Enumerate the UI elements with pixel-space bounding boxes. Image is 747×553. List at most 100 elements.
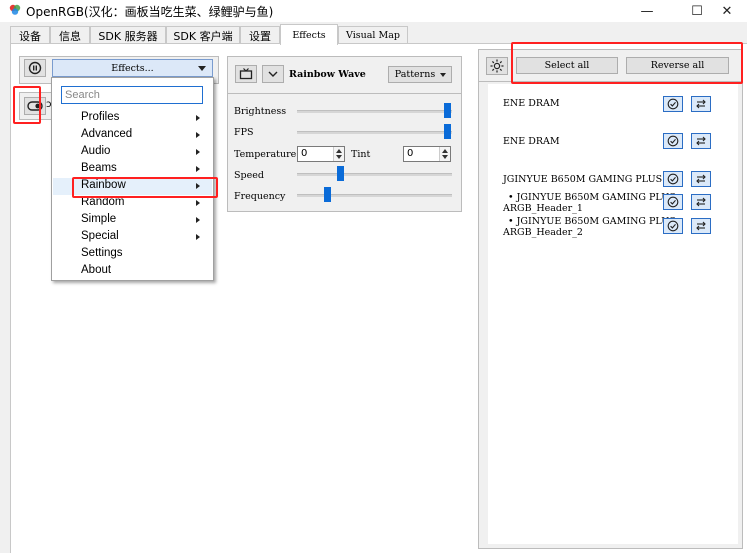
menu-item-label: About	[81, 264, 112, 276]
device-select-toggle[interactable]	[663, 133, 683, 149]
device-reverse-toggle[interactable]	[691, 171, 711, 187]
temperature-stepper[interactable]	[333, 147, 344, 161]
title-bar: OpenRGB(汉化：画板当吃生菜、绿鲤驴与鱼) — ☐ ✕	[0, 0, 747, 22]
temperature-label: Temperature	[234, 149, 297, 160]
minimize-button[interactable]: —	[627, 0, 667, 22]
annotation-box-toggle	[13, 86, 41, 124]
frequency-slider-track[interactable]	[297, 194, 452, 197]
speed-slider-track[interactable]	[297, 173, 452, 176]
tint-value: 0	[407, 148, 414, 159]
effects-dropdown-label: Effects...	[111, 62, 154, 74]
swap-icon	[696, 174, 706, 184]
tint-spinbox[interactable]: 0	[403, 146, 451, 162]
device-select-toggle[interactable]	[663, 218, 683, 234]
fps-slider-track[interactable]	[297, 131, 452, 134]
speed-slider-handle[interactable]	[337, 166, 344, 181]
temperature-spinbox[interactable]: 0	[297, 146, 345, 162]
menu-item-label: Settings	[81, 247, 123, 259]
brightness-label: Brightness	[234, 106, 287, 117]
check-circle-icon	[667, 196, 679, 208]
annotation-box-rainbow	[72, 177, 218, 198]
submenu-arrow-icon	[196, 234, 200, 240]
device-reverse-toggle[interactable]	[691, 194, 711, 210]
check-circle-icon	[667, 98, 679, 110]
device-zone-line1: • JGINYUE B650M GAMING PLUS:	[508, 192, 679, 203]
device-select-toggle[interactable]	[663, 194, 683, 210]
tab-effects[interactable]: Effects	[280, 24, 338, 45]
fps-label: FPS	[234, 127, 254, 138]
submenu-arrow-icon	[196, 149, 200, 155]
chevron-down-icon	[440, 73, 446, 77]
submenu-arrow-icon	[196, 132, 200, 138]
menu-item-label: Profiles	[81, 111, 120, 123]
menu-item-beams[interactable]: Beams	[53, 161, 212, 178]
speed-label: Speed	[234, 170, 264, 181]
brightness-slider-handle[interactable]	[444, 103, 451, 118]
menu-item-settings[interactable]: Settings	[53, 246, 212, 263]
patterns-dropdown-label: Patterns	[394, 69, 436, 80]
chevron-down-icon	[198, 66, 206, 71]
device-name: ENE DRAM	[503, 136, 560, 147]
menu-item-label: Audio	[81, 145, 111, 157]
effect-name: Rainbow Wave	[289, 69, 366, 80]
menu-item-about[interactable]: About	[53, 263, 212, 280]
device-list	[488, 84, 738, 544]
submenu-arrow-icon	[196, 115, 200, 121]
temperature-value: 0	[301, 148, 308, 159]
device-name: JGINYUE B650M GAMING PLUS	[503, 174, 663, 185]
effect-collapse-button[interactable]	[262, 65, 284, 83]
fps-slider-handle[interactable]	[444, 124, 451, 139]
menu-item-advanced[interactable]: Advanced	[53, 127, 212, 144]
tab-settings[interactable]: 设置	[240, 26, 280, 44]
submenu-arrow-icon	[196, 217, 200, 223]
device-reverse-toggle[interactable]	[691, 96, 711, 112]
menu-item-audio[interactable]: Audio	[53, 144, 212, 161]
tint-stepper[interactable]	[439, 147, 450, 161]
sun-icon	[490, 59, 504, 73]
effect-stop-button[interactable]	[235, 65, 257, 83]
start-stop-icon	[28, 61, 42, 75]
swap-icon	[696, 197, 706, 207]
menu-item-label: Beams	[81, 162, 117, 174]
frequency-label: Frequency	[234, 191, 286, 202]
menu-search-input[interactable]	[61, 86, 203, 104]
tv-icon	[239, 68, 253, 80]
brightness-slider-track[interactable]	[297, 110, 452, 113]
check-circle-icon	[667, 135, 679, 147]
device-select-toggle[interactable]	[663, 96, 683, 112]
menu-item-label: Advanced	[81, 128, 133, 140]
patterns-dropdown[interactable]: Patterns	[388, 66, 452, 83]
openrgb-logo-icon	[9, 4, 21, 15]
check-circle-icon	[667, 220, 679, 232]
tab-sdk-server[interactable]: SDK 服务器	[90, 26, 166, 44]
effects-dropdown[interactable]: Effects...	[52, 59, 213, 77]
tab-devices[interactable]: 设备	[10, 26, 50, 44]
chevron-down-icon	[268, 71, 278, 77]
start-stop-button[interactable]	[24, 59, 46, 77]
brightness-toggle-button[interactable]	[486, 57, 508, 75]
device-select-toggle[interactable]	[663, 171, 683, 187]
annotation-box-select-buttons	[511, 42, 743, 84]
tab-visual-map[interactable]: Visual Map	[338, 26, 408, 44]
menu-item-special[interactable]: Special	[53, 229, 212, 246]
close-button[interactable]: ✕	[707, 0, 747, 22]
main-tabs: 设备 信息 SDK 服务器 SDK 客户端 设置 Effects Visual …	[0, 24, 747, 45]
submenu-arrow-icon	[196, 166, 200, 172]
device-reverse-toggle[interactable]	[691, 218, 711, 234]
swap-icon	[696, 136, 706, 146]
tint-label: Tint	[351, 149, 371, 160]
swap-icon	[696, 221, 706, 231]
device-zone-line1: • JGINYUE B650M GAMING PLUS:	[508, 216, 679, 227]
window-title: OpenRGB(汉化：画板当吃生菜、绿鲤驴与鱼)	[26, 5, 274, 19]
swap-icon	[696, 99, 706, 109]
device-name: ENE DRAM	[503, 98, 560, 109]
menu-item-profiles[interactable]: Profiles	[53, 110, 212, 127]
device-reverse-toggle[interactable]	[691, 133, 711, 149]
frequency-slider-handle[interactable]	[324, 187, 331, 202]
menu-item-label: Simple	[81, 213, 117, 225]
tab-info[interactable]: 信息	[50, 26, 90, 44]
tab-sdk-client[interactable]: SDK 客户端	[166, 26, 240, 44]
menu-item-label: Special	[81, 230, 119, 242]
menu-item-simple[interactable]: Simple	[53, 212, 212, 229]
submenu-arrow-icon	[196, 200, 200, 206]
